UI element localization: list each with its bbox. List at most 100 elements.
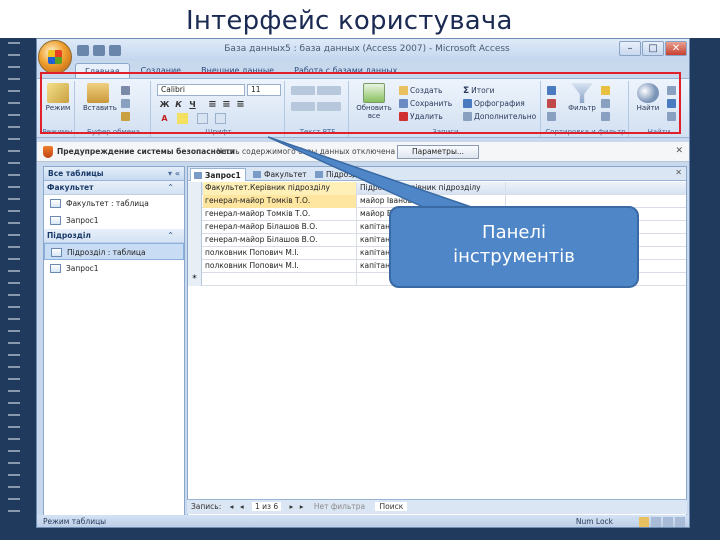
current-record-field[interactable]: 1 из 6 bbox=[251, 502, 282, 511]
funnel-icon bbox=[571, 83, 593, 103]
maximize-button[interactable]: □ bbox=[642, 41, 664, 56]
close-icon[interactable]: ✕ bbox=[675, 168, 682, 177]
table-cell[interactable]: генерал-майор Білашов В.О. bbox=[203, 234, 357, 247]
options-button[interactable]: Параметры... bbox=[397, 145, 479, 159]
pivot-chart-icon[interactable] bbox=[663, 517, 673, 527]
callout-line-1: Панелі bbox=[482, 222, 546, 243]
group-label-modes: Режимы bbox=[42, 128, 73, 136]
clear-sort-button[interactable] bbox=[547, 111, 556, 122]
filter-status[interactable]: Нет фильтра bbox=[314, 502, 365, 511]
doc-tab-query1[interactable]: Запрос1 bbox=[190, 168, 246, 181]
fill-color-icon[interactable] bbox=[177, 113, 188, 124]
datasheet-view-icon[interactable] bbox=[639, 517, 649, 527]
table-cell[interactable]: генерал-майор Білашов В.О. bbox=[203, 221, 357, 234]
more-button[interactable]: Дополнительно bbox=[463, 111, 536, 122]
num-lock-status: Num Lock bbox=[575, 517, 613, 526]
next-record-icon[interactable]: ▸ bbox=[290, 502, 294, 511]
design-view-icon[interactable] bbox=[675, 517, 685, 527]
nav-item-query1[interactable]: Запрос1 bbox=[44, 212, 184, 229]
close-icon[interactable]: ✕ bbox=[675, 146, 683, 156]
filter-button[interactable]: Фильтр bbox=[567, 83, 597, 112]
copy-button[interactable] bbox=[121, 98, 130, 109]
nav-section-faculty[interactable]: Факультет ⌃ bbox=[44, 181, 184, 195]
prev-record-icon[interactable]: ◂ bbox=[240, 502, 244, 511]
chevron-down-icon[interactable]: ▾ « bbox=[168, 167, 180, 181]
format-painter-button[interactable] bbox=[121, 111, 130, 122]
sort-descending-button[interactable] bbox=[547, 98, 556, 109]
tab-create[interactable]: Создание bbox=[132, 63, 191, 79]
italic-button[interactable]: К bbox=[173, 99, 184, 110]
list-button[interactable] bbox=[291, 101, 341, 112]
paste-button[interactable]: Вставить bbox=[83, 83, 117, 112]
selection-filter-button[interactable] bbox=[601, 85, 610, 96]
slide-guide-dash bbox=[8, 174, 20, 176]
row-selector[interactable] bbox=[188, 260, 202, 273]
table-cell[interactable]: генерал-майор Томків Т.О. bbox=[203, 208, 357, 221]
alt-fill-icon[interactable] bbox=[215, 113, 226, 124]
navigation-pane-header[interactable]: Все таблицы ▾ « bbox=[44, 167, 184, 181]
spelling-button[interactable]: Орфография bbox=[463, 98, 525, 109]
font-color-icon[interactable]: A bbox=[159, 113, 170, 124]
align-right-icon[interactable]: ≡ bbox=[235, 99, 246, 110]
doc-tab-subdivision[interactable]: Підрозділ bbox=[312, 168, 368, 181]
redo-icon[interactable] bbox=[109, 44, 121, 56]
tab-database-tools[interactable]: Работа с базами данных bbox=[285, 63, 406, 79]
nav-item-query1[interactable]: Запрос1 bbox=[44, 260, 184, 277]
first-record-icon[interactable]: ◂ bbox=[230, 502, 234, 511]
select-button[interactable] bbox=[667, 111, 676, 122]
table-cell[interactable]: генерал-майор Томків Т.О. bbox=[203, 195, 357, 208]
search-input[interactable]: Поиск bbox=[375, 502, 408, 511]
pivot-table-icon[interactable] bbox=[651, 517, 661, 527]
goto-button[interactable] bbox=[667, 98, 676, 109]
tab-external-data[interactable]: Внешние данные bbox=[192, 63, 283, 79]
doc-tab-faculty[interactable]: Факультет bbox=[250, 168, 311, 181]
advanced-filter-button[interactable] bbox=[601, 98, 610, 109]
bold-button[interactable]: Ж bbox=[159, 99, 170, 110]
align-left-icon[interactable]: ≡ bbox=[207, 99, 218, 110]
row-selector[interactable] bbox=[188, 221, 202, 234]
table-cell[interactable]: полковник Попович М.І. bbox=[203, 260, 357, 273]
find-button[interactable]: Найти bbox=[633, 83, 663, 112]
column-header[interactable]: Факультет.Керівник підрозділу bbox=[203, 182, 357, 195]
replace-button[interactable] bbox=[667, 85, 676, 96]
close-button[interactable]: ✕ bbox=[665, 41, 687, 56]
office-button[interactable] bbox=[38, 40, 72, 74]
gridlines-icon[interactable] bbox=[197, 113, 208, 124]
refresh-all-button[interactable]: Обновить все bbox=[355, 83, 393, 120]
undo-icon[interactable] bbox=[93, 44, 105, 56]
row-selector[interactable] bbox=[188, 247, 202, 260]
font-size-select[interactable]: 11 bbox=[247, 84, 281, 96]
table-cell[interactable]: полковник Попович М.І. bbox=[203, 247, 357, 260]
delete-icon bbox=[399, 112, 408, 121]
indent-button[interactable] bbox=[291, 85, 341, 96]
collapse-icon[interactable]: ⌃ bbox=[167, 181, 174, 195]
view-button[interactable]: Режим bbox=[43, 83, 73, 112]
collapse-icon[interactable]: ⌃ bbox=[167, 229, 174, 243]
save-icon[interactable] bbox=[77, 44, 89, 56]
nav-item-faculty-table[interactable]: Факультет : таблица bbox=[44, 195, 184, 212]
row-selector[interactable] bbox=[188, 208, 202, 221]
toggle-filter-button[interactable] bbox=[601, 111, 610, 122]
select-all-cell[interactable] bbox=[188, 182, 202, 195]
spelling-label: Орфография bbox=[474, 99, 525, 108]
column-header[interactable]: Підрозділ.Керівник підрозділу bbox=[358, 182, 506, 195]
table-cell[interactable] bbox=[203, 273, 357, 286]
row-selector[interactable] bbox=[188, 234, 202, 247]
save-record-button[interactable]: Сохранить bbox=[399, 98, 452, 109]
last-record-icon[interactable]: ▸ bbox=[300, 502, 304, 511]
cut-button[interactable] bbox=[121, 85, 130, 96]
tab-home[interactable]: Главная bbox=[75, 63, 130, 79]
new-record-button[interactable]: Создать bbox=[399, 85, 442, 96]
nav-item-subdivision-table[interactable]: Підрозділ : таблица bbox=[44, 243, 184, 260]
nav-section-subdivision[interactable]: Підрозділ ⌃ bbox=[44, 229, 184, 243]
totals-button[interactable]: Σ Итоги bbox=[463, 85, 495, 96]
sort-ascending-button[interactable] bbox=[547, 85, 556, 96]
goto-icon bbox=[667, 99, 676, 108]
align-center-icon[interactable]: ≡ bbox=[221, 99, 232, 110]
font-name-select[interactable]: Calibri bbox=[157, 84, 245, 96]
row-selector[interactable] bbox=[188, 195, 202, 208]
delete-record-button[interactable]: Удалить bbox=[399, 111, 443, 122]
bullets-icon bbox=[291, 102, 315, 111]
minimize-button[interactable]: – bbox=[619, 41, 641, 56]
underline-button[interactable]: Ч bbox=[187, 99, 198, 110]
